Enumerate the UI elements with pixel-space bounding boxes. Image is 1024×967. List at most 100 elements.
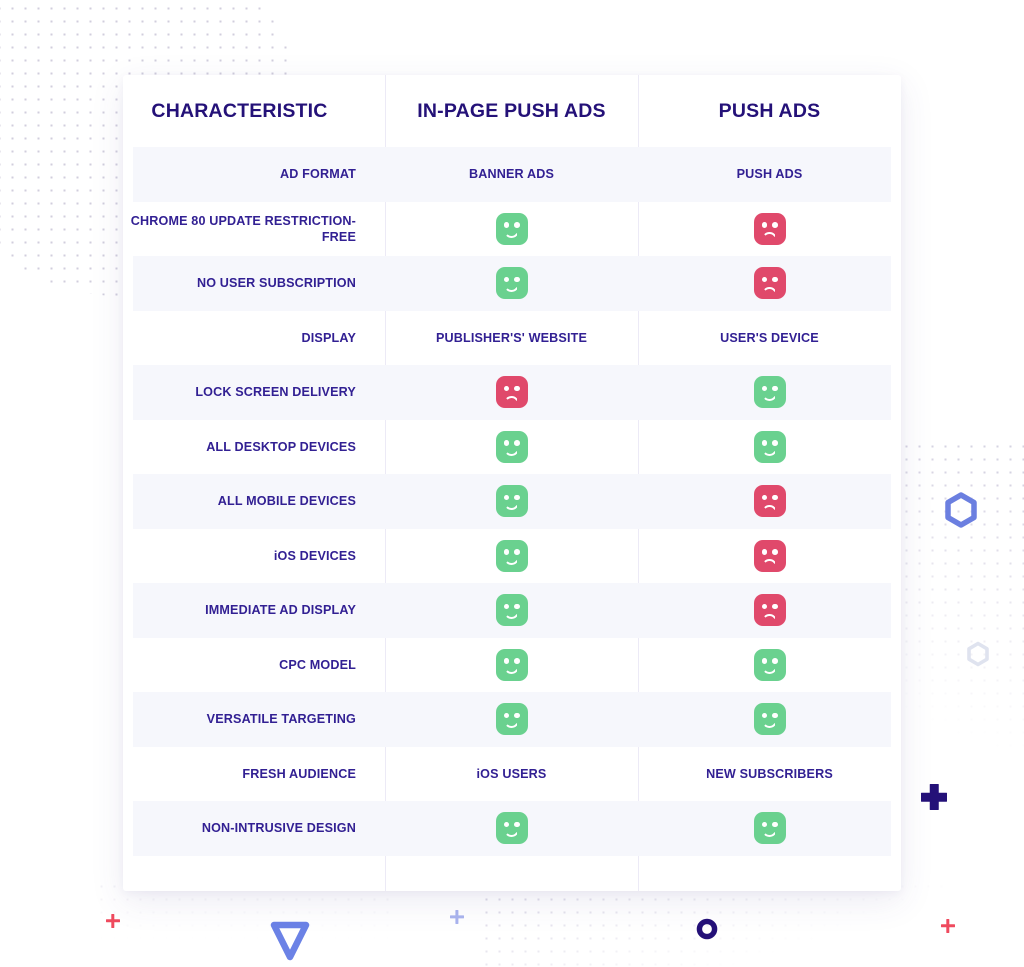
cell-value: PUSH ADS bbox=[736, 167, 803, 182]
smiley-sad-icon bbox=[753, 267, 786, 300]
smiley-happy-icon bbox=[495, 812, 528, 845]
eye-left bbox=[503, 603, 510, 610]
eye-left bbox=[761, 222, 768, 228]
inpage-push-ads-cell bbox=[385, 648, 638, 681]
eye-right bbox=[513, 222, 520, 228]
inpage-push-ads-cell bbox=[385, 812, 638, 845]
smiley-happy-icon bbox=[753, 648, 786, 681]
inpage-push-ads-cell bbox=[385, 212, 638, 245]
smiley-sad-icon bbox=[753, 539, 786, 572]
smiley-happy-icon bbox=[495, 539, 528, 572]
push-ads-cell bbox=[638, 594, 901, 627]
push-ads-cell bbox=[638, 812, 901, 845]
eye-right bbox=[771, 222, 778, 228]
inpage-push-ads-cell: iOS USERS bbox=[385, 767, 638, 781]
table-row: NO USER SUBSCRIPTION bbox=[123, 256, 901, 311]
eye-right bbox=[771, 549, 778, 555]
table-row: DISPLAY PUBLISHER'S' WEBSITE USER'S DEVICE bbox=[123, 311, 901, 366]
smiley-sad-icon bbox=[495, 376, 528, 409]
push-ads-cell bbox=[638, 376, 901, 409]
inpage-push-ads-cell bbox=[385, 539, 638, 572]
hexagon-outline-gray-icon bbox=[967, 641, 989, 667]
eye-right bbox=[513, 603, 520, 610]
characteristic-label: CHROME 80 UPDATE RESTRICTION-FREE bbox=[130, 213, 356, 244]
eye-left bbox=[761, 440, 768, 446]
eye-right bbox=[513, 821, 520, 828]
eye-right bbox=[513, 658, 520, 664]
mouth bbox=[762, 232, 777, 240]
mouth bbox=[762, 666, 777, 674]
characteristic-label: FRESH AUDIENCE bbox=[242, 766, 356, 781]
mouth bbox=[504, 230, 519, 238]
mouth bbox=[504, 611, 519, 620]
push-ads-cell bbox=[638, 485, 901, 518]
characteristic-cell: IMMEDIATE AD DISPLAY bbox=[123, 602, 385, 618]
push-ads-cell bbox=[638, 430, 901, 463]
characteristic-cell: NON-INTRUSIVE DESIGN bbox=[123, 820, 385, 836]
mouth bbox=[504, 502, 519, 511]
eye-left bbox=[761, 603, 768, 610]
characteristic-cell: VERSATILE TARGETING bbox=[123, 711, 385, 727]
smiley-sad-icon bbox=[753, 212, 786, 245]
smiley-happy-icon bbox=[753, 376, 786, 409]
push-ads-cell bbox=[638, 267, 901, 300]
ring-navy-icon bbox=[696, 918, 718, 940]
push-ads-cell bbox=[638, 703, 901, 736]
mouth bbox=[762, 393, 777, 402]
eye-right bbox=[771, 276, 778, 283]
mouth bbox=[762, 448, 777, 456]
push-ads-cell: USER'S DEVICE bbox=[638, 331, 901, 345]
mouth bbox=[504, 395, 519, 404]
inpage-push-ads-cell bbox=[385, 703, 638, 736]
smiley-happy-icon bbox=[753, 703, 786, 736]
eye-right bbox=[513, 276, 520, 283]
eye-left bbox=[761, 385, 768, 392]
column-header-label: CHARACTERISTIC bbox=[151, 100, 328, 123]
eye-right bbox=[513, 385, 520, 392]
column-header-label: IN-PAGE PUSH ADS bbox=[417, 100, 606, 123]
cell-value: iOS USERS bbox=[476, 766, 547, 781]
characteristic-cell: iOS DEVICES bbox=[123, 548, 385, 564]
push-ads-cell: PUSH ADS bbox=[638, 167, 901, 181]
eye-right bbox=[771, 603, 778, 610]
mouth bbox=[504, 666, 519, 674]
inpage-push-ads-cell bbox=[385, 430, 638, 463]
eye-right bbox=[771, 385, 778, 392]
characteristic-cell: CPC MODEL bbox=[123, 657, 385, 673]
mouth bbox=[762, 559, 777, 567]
eye-left bbox=[503, 658, 510, 664]
eye-left bbox=[503, 821, 510, 828]
characteristic-cell: FRESH AUDIENCE bbox=[123, 766, 385, 782]
smiley-happy-icon bbox=[495, 212, 528, 245]
table-row: CPC MODEL bbox=[123, 638, 901, 693]
characteristic-label: AD FORMAT bbox=[280, 167, 356, 182]
smiley-happy-icon bbox=[495, 648, 528, 681]
eye-left bbox=[503, 385, 510, 392]
eye-left bbox=[761, 658, 768, 664]
characteristic-label: CPC MODEL bbox=[279, 657, 356, 672]
eye-left bbox=[503, 440, 510, 446]
characteristic-label: ALL MOBILE DEVICES bbox=[217, 494, 356, 509]
plus-lilac-icon bbox=[450, 910, 464, 924]
table-row: FRESH AUDIENCE iOS USERS NEW SUBSCRIBERS bbox=[123, 747, 901, 802]
characteristic-label: LOCK SCREEN DELIVERY bbox=[195, 385, 356, 400]
push-ads-cell: NEW SUBSCRIBERS bbox=[638, 767, 901, 781]
table-row: LOCK SCREEN DELIVERY bbox=[123, 365, 901, 420]
push-ads-cell bbox=[638, 539, 901, 572]
cell-value: NEW SUBSCRIBERS bbox=[706, 766, 833, 781]
characteristic-label: iOS DEVICES bbox=[273, 548, 356, 563]
eye-right bbox=[513, 549, 520, 555]
smiley-happy-icon bbox=[495, 703, 528, 736]
table-row: IMMEDIATE AD DISPLAY bbox=[123, 583, 901, 638]
table-row: iOS DEVICES bbox=[123, 529, 901, 584]
eye-left bbox=[761, 276, 768, 283]
table-row: VERSATILE TARGETING bbox=[123, 692, 901, 747]
mouth bbox=[504, 284, 519, 293]
plus-red-left-icon bbox=[106, 914, 120, 928]
eye-right bbox=[513, 494, 520, 501]
characteristic-label: VERSATILE TARGETING bbox=[206, 712, 356, 727]
smiley-happy-icon bbox=[495, 594, 528, 627]
push-ads-cell bbox=[638, 648, 901, 681]
table-row: NON-INTRUSIVE DESIGN bbox=[123, 801, 901, 856]
mouth bbox=[762, 829, 777, 838]
